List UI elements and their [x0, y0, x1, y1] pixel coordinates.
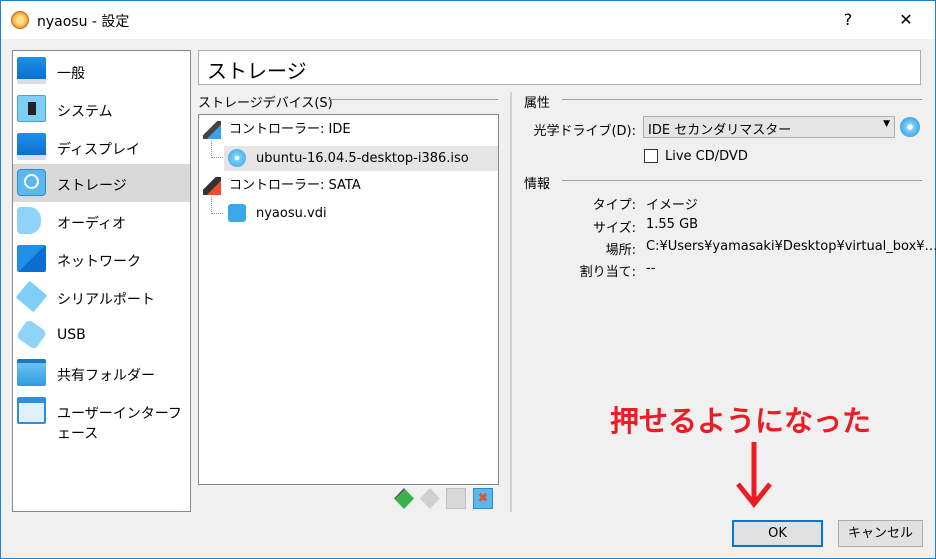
virtualbox-settings-icon [11, 11, 29, 29]
settings-sidebar: 一般 システム ディスプレイ ストレージ オーディオ ネットワーク シリアルポー… [12, 50, 191, 512]
sidebar-item-label: ストレージ [57, 178, 127, 194]
sidebar-item-label: ネットワーク [57, 254, 141, 270]
tree-controller-sata[interactable]: コントローラー: SATA [229, 173, 361, 198]
page-title: ストレージ [198, 50, 921, 85]
sidebar-item-label: システム [57, 104, 113, 120]
hard-disk-icon [228, 204, 246, 222]
chip-icon [17, 95, 46, 122]
info-label: 割り当て: [579, 265, 636, 280]
tree-item-vdi[interactable]: nyaosu.vdi [224, 201, 498, 226]
optical-drive-value: IDE セカンダリマスター [648, 123, 792, 138]
sidebar-item-audio[interactable]: オーディオ [13, 202, 190, 240]
title-bar: nyaosu - 設定 ? ✕ [1, 1, 935, 39]
ui-icon [17, 397, 46, 424]
tree-item-iso[interactable]: ubuntu-16.04.5-desktop-i386.iso [224, 146, 498, 171]
sidebar-item-shared-folders[interactable]: 共有フォルダー [13, 354, 190, 392]
sidebar-item-system[interactable]: システム [13, 90, 190, 128]
sidebar-item-serial[interactable]: シリアルポート [13, 278, 190, 316]
sidebar-item-network[interactable]: ネットワーク [13, 240, 190, 278]
annotation-text: 押せるようになった [610, 404, 872, 438]
sidebar-item-display[interactable]: ディスプレイ [13, 128, 190, 166]
close-button[interactable]: ✕ [891, 7, 921, 33]
add-attachment-icon[interactable] [446, 488, 466, 509]
folder-icon [17, 359, 46, 386]
speaker-icon [17, 207, 41, 234]
sidebar-item-label: オーディオ [57, 216, 127, 232]
sidebar-item-label: シリアルポート [57, 292, 155, 308]
sidebar-item-user-interface[interactable]: ユーザーインターフェース [13, 392, 190, 442]
info-value: C:¥Users¥yamasaki¥Desktop¥virtual_box¥… [646, 239, 936, 254]
serial-port-icon [15, 280, 48, 313]
info-label: 場所: [605, 243, 636, 258]
usb-icon [15, 318, 48, 351]
cancel-button[interactable]: キャンセル [838, 520, 923, 547]
optical-drive-label: 光学ドライブ(D): [533, 124, 636, 139]
tree-connector [211, 197, 223, 214]
sidebar-item-label: 共有フォルダー [57, 368, 155, 384]
sidebar-item-usb[interactable]: USB [13, 316, 190, 354]
annotation-arrow-icon [736, 442, 772, 508]
sidebar-item-label: 一般 [57, 66, 85, 82]
storage-icon [17, 169, 46, 196]
sidebar-item-label: USB [57, 327, 86, 343]
monitor-icon [17, 57, 46, 84]
info-label: タイプ: [592, 198, 636, 213]
remove-attachment-icon[interactable]: ✖ [473, 488, 493, 509]
divider [328, 99, 498, 100]
ide-controller-icon [203, 121, 221, 139]
chevron-down-icon: ▼ [883, 119, 890, 129]
info-value: -- [646, 261, 656, 276]
tree-item-label: ubuntu-16.04.5-desktop-i386.iso [256, 151, 469, 166]
optical-disc-icon [228, 149, 246, 167]
sidebar-item-label: ユーザーインターフェース [57, 406, 182, 442]
live-cd-checkbox[interactable] [644, 149, 658, 163]
ok-button[interactable]: OK [732, 520, 823, 547]
tree-connector [211, 141, 223, 158]
vertical-splitter[interactable] [510, 92, 512, 512]
sidebar-item-label: ディスプレイ [57, 142, 141, 158]
divider [562, 180, 922, 181]
sata-controller-icon [203, 177, 221, 195]
live-cd-label: Live CD/DVD [665, 149, 748, 164]
info-header: 情報 [524, 177, 551, 192]
tree-item-label: nyaosu.vdi [256, 206, 327, 221]
info-value: 1.55 GB [646, 217, 699, 232]
info-value: イメージ [646, 198, 698, 213]
choose-disk-icon[interactable] [900, 117, 920, 137]
info-label: サイズ: [593, 221, 636, 236]
sidebar-item-general[interactable]: 一般 [13, 52, 190, 90]
optical-drive-select[interactable]: IDE セカンダリマスター ▼ [643, 116, 895, 138]
display-icon [17, 133, 46, 160]
help-button[interactable]: ? [833, 7, 863, 33]
storage-devices-header: ストレージデバイス(S) [198, 96, 333, 111]
tree-controller-ide[interactable]: コントローラー: IDE [229, 117, 351, 142]
network-icon [17, 245, 46, 272]
divider [562, 99, 922, 100]
window-title: nyaosu - 設定 [37, 14, 130, 30]
sidebar-item-storage[interactable]: ストレージ [13, 164, 190, 202]
storage-tree[interactable]: コントローラー: IDE ubuntu-16.04.5-desktop-i386… [198, 114, 499, 485]
attributes-header: 属性 [524, 96, 551, 111]
